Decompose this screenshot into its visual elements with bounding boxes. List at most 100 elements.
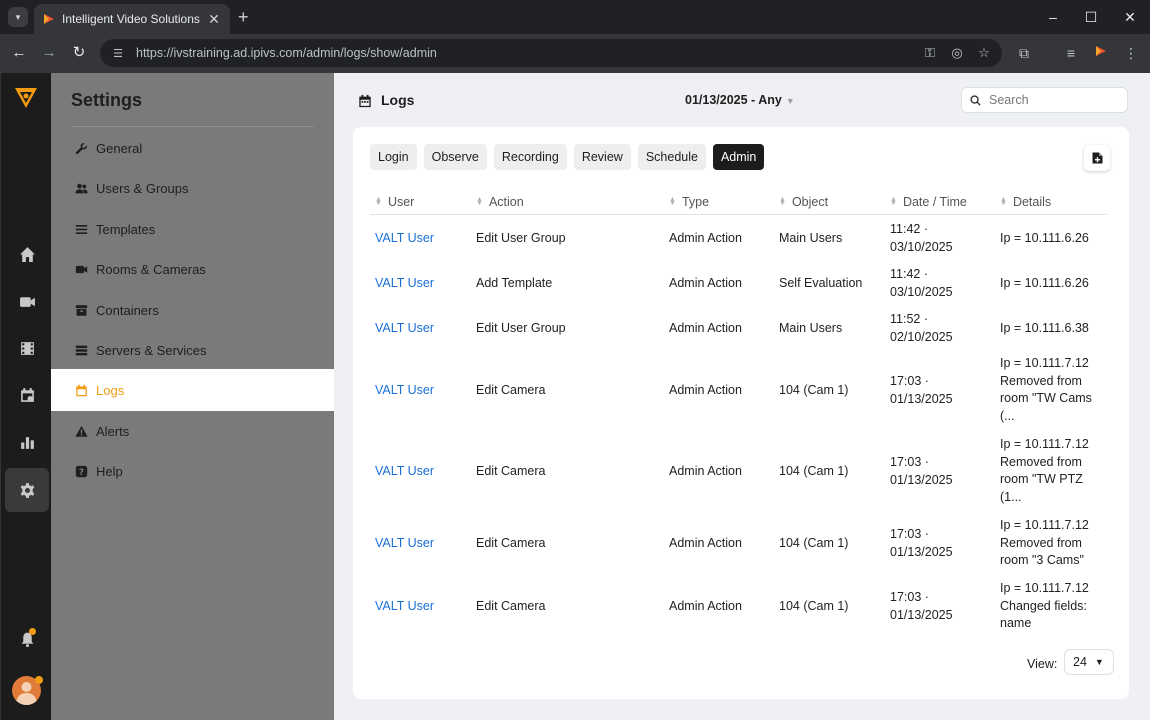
user-link[interactable]: VALT User — [375, 320, 434, 338]
settings-gear-icon[interactable] — [5, 468, 49, 512]
table-row[interactable]: VALT User Edit User Group Admin Action M… — [370, 215, 1107, 260]
table-row[interactable]: VALT User Edit Camera Admin Action 104 (… — [370, 575, 1107, 638]
tab-recording[interactable]: Recording — [493, 144, 567, 170]
type-cell: Admin Action — [669, 276, 742, 290]
search-input[interactable] — [989, 93, 1119, 107]
page-size-select[interactable]: 24 ▼ — [1064, 649, 1114, 675]
table-header: ▲ ▼ User ▲ ▼ Action ▲ ▼ Type ▲ ▼ Object ▲ ▼ Date /… — [370, 189, 1107, 215]
time-cell: 17:03 · 01/13/2025 — [890, 455, 953, 487]
valt-logo-icon[interactable] — [13, 85, 39, 111]
column-header-user[interactable]: ▲ ▼ User — [375, 195, 414, 209]
sidebar-item-help[interactable]: ? Help — [51, 450, 334, 492]
media-icon[interactable]: ≡ — [1062, 44, 1080, 62]
action-cell: Edit Camera — [476, 464, 546, 478]
sidebar-item-rooms-cameras[interactable]: Rooms & Cameras — [51, 248, 334, 290]
sidebar-item-label: Containers — [96, 302, 159, 318]
video-camera-icon[interactable] — [5, 279, 49, 323]
table-row[interactable]: VALT User Add Template Admin Action Self… — [370, 260, 1107, 305]
chevron-down-icon: ▼ — [1094, 657, 1104, 667]
page-size-value: 24 — [1073, 655, 1087, 669]
type-cell: Admin Action — [669, 599, 742, 613]
action-cell: Add Template — [476, 276, 553, 290]
column-header-object[interactable]: ▲ ▼ Object — [779, 195, 828, 209]
search-icon — [970, 94, 981, 106]
tab-admin[interactable]: Admin — [712, 144, 765, 170]
sidebar-item-containers[interactable]: Containers — [51, 289, 334, 331]
file-export-icon — [1092, 152, 1102, 164]
back-icon[interactable]: ← — [10, 44, 28, 62]
tab-schedule[interactable]: Schedule — [637, 144, 706, 170]
table-row[interactable]: VALT User Edit User Group Admin Action M… — [370, 305, 1107, 350]
sidebar-item-general[interactable]: General — [51, 127, 334, 169]
details-cell: Ip = 10.111.7.12 Removed from room "TW Cam… — [1000, 356, 1092, 423]
notification-bell-icon[interactable] — [5, 617, 49, 661]
url-text[interactable]: https://ivstraining.ad.ipivs.com/admin/l… — [136, 46, 921, 60]
logs-card: Login Observe Recording Review Schedule … — [353, 127, 1129, 699]
home-icon[interactable] — [5, 232, 49, 276]
extensions-icon[interactable]: ⧉ — [1015, 44, 1033, 62]
object-cell: 104 (Cam 1) — [779, 599, 849, 613]
menu-icon[interactable]: ⋮ — [1122, 44, 1140, 62]
address-bar[interactable]: ☰ https://ivstraining.ad.ipivs.com/admin… — [100, 39, 1002, 67]
tab-dropdown-icon[interactable]: ▾ — [8, 7, 28, 27]
sidebar-item-servers-services[interactable]: Servers & Services — [51, 329, 334, 371]
eye-off-icon[interactable]: ◎ — [948, 45, 966, 61]
sidebar-item-logs[interactable]: Logs — [51, 369, 334, 411]
user-link[interactable]: VALT User — [375, 382, 434, 400]
user-link[interactable]: VALT User — [375, 535, 434, 553]
chevron-down-icon: ▼ — [785, 96, 795, 106]
column-header-details[interactable]: ▲ ▼ Details — [1000, 195, 1051, 209]
sidebar-item-label: Servers & Services — [96, 342, 207, 358]
details-cell: Ip = 10.111.7.12 Removed from room "3 Cams… — [1000, 518, 1089, 567]
action-cell: Edit Camera — [476, 383, 546, 397]
column-header-date-time[interactable]: ▲ ▼ Date / Time — [890, 195, 967, 209]
column-header-action[interactable]: ▲ ▼ Action — [476, 195, 524, 209]
user-link[interactable]: VALT User — [375, 598, 434, 616]
object-cell: 104 (Cam 1) — [779, 383, 849, 397]
sidebar-item-label: Logs — [96, 382, 125, 398]
column-header-type[interactable]: ▲ ▼ Type — [669, 195, 709, 209]
warning-icon — [74, 424, 88, 438]
new-tab-icon[interactable]: + — [238, 7, 249, 27]
type-cell: Admin Action — [669, 464, 742, 478]
sidebar-item-users-groups[interactable]: Users & Groups — [51, 167, 334, 209]
minimize-icon[interactable]: – — [1044, 8, 1062, 26]
star-icon[interactable]: ☆ — [975, 45, 993, 61]
film-icon[interactable] — [5, 326, 49, 370]
log-type-tabs: Login Observe Recording Review Schedule … — [370, 144, 765, 170]
table-row[interactable]: VALT User Edit Camera Admin Action 104 (… — [370, 431, 1107, 512]
tab-login[interactable]: Login — [370, 144, 417, 170]
app-icon[interactable] — [1092, 44, 1110, 62]
object-cell: Main Users — [779, 231, 843, 245]
export-button[interactable] — [1084, 145, 1110, 171]
user-link[interactable]: VALT User — [375, 463, 434, 481]
details-cell: Ip = 10.111.7.12 Removed from room "TW PTZ… — [1000, 437, 1089, 504]
browser-tab[interactable]: Intelligent Video Solutions ✕ — [34, 4, 230, 34]
list-icon — [74, 222, 88, 236]
forward-icon[interactable]: → — [40, 44, 58, 62]
reload-icon[interactable]: ↻ — [70, 44, 88, 62]
sidebar-item-templates[interactable]: Templates — [51, 208, 334, 250]
date-range-selector[interactable]: 01/13/2025 - Any ▼ — [685, 93, 795, 107]
sidebar-item-label: Alerts — [96, 423, 130, 439]
site-settings-icon[interactable]: ☰ — [110, 47, 126, 60]
key-icon[interactable]: ⚿ — [921, 45, 939, 61]
sidebar-item-label: Rooms & Cameras — [96, 261, 206, 277]
close-tab-icon[interactable]: ✕ — [206, 11, 222, 28]
sidebar-item-alerts[interactable]: Alerts — [51, 410, 334, 452]
user-link[interactable]: VALT User — [375, 275, 434, 293]
action-cell: Edit Camera — [476, 599, 546, 613]
calendar-check-icon[interactable] — [5, 373, 49, 417]
type-cell: Admin Action — [669, 536, 742, 550]
tab-review[interactable]: Review — [573, 144, 631, 170]
search-box[interactable] — [961, 87, 1128, 113]
table-row[interactable]: VALT User Edit Camera Admin Action 104 (… — [370, 350, 1107, 431]
table-row[interactable]: VALT User Edit Camera Admin Action 104 (… — [370, 512, 1107, 575]
close-window-icon[interactable]: ✕ — [1121, 8, 1139, 26]
user-link[interactable]: VALT User — [375, 230, 434, 248]
bar-chart-icon[interactable] — [5, 420, 49, 464]
type-cell: Admin Action — [669, 321, 742, 335]
object-cell: Self Evaluation — [779, 276, 863, 290]
tab-observe[interactable]: Observe — [423, 144, 487, 170]
maximize-icon[interactable]: ☐ — [1082, 8, 1100, 26]
